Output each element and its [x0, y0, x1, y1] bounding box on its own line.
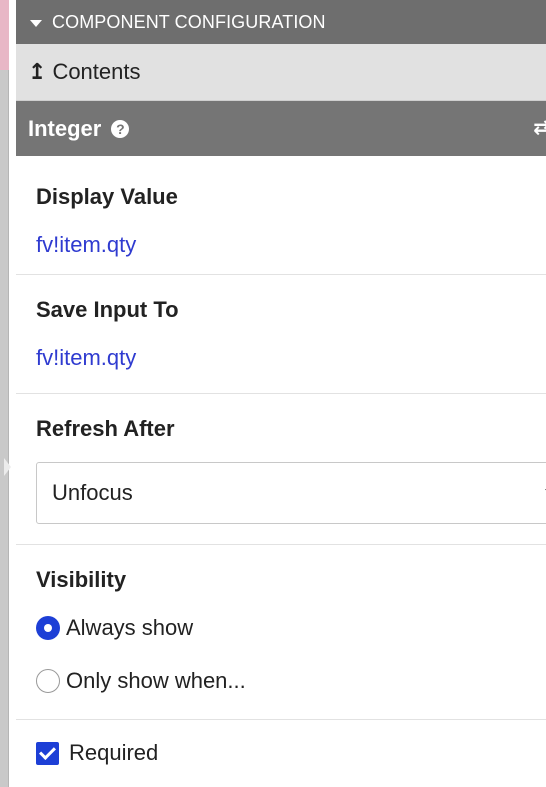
- radio-unselected-icon[interactable]: [36, 669, 60, 693]
- required-label: Required: [69, 740, 159, 765]
- visibility-label: Visibility: [36, 567, 127, 592]
- radio-only-show-when-label: Only show when...: [66, 668, 246, 693]
- checkbox-checked-icon[interactable]: [36, 741, 59, 765]
- rail-accent: [0, 0, 9, 70]
- display-value-link[interactable]: fv!item.qty: [36, 232, 136, 258]
- component-type-label: Integer: [28, 115, 102, 141]
- collapse-handle[interactable]: [4, 458, 11, 476]
- breadcrumb-label: Contents: [52, 59, 141, 84]
- save-input-section: Save Input To fv!item.qty: [16, 275, 546, 394]
- caret-down-icon: [30, 19, 42, 27]
- radio-always-show[interactable]: Always show: [36, 615, 193, 641]
- left-rail: [0, 0, 11, 787]
- required-checkbox-row[interactable]: Required: [36, 740, 158, 766]
- radio-only-show-when[interactable]: Only show when...: [36, 668, 246, 694]
- header-title: COMPONENT CONFIGURATION: [52, 11, 326, 32]
- refresh-after-label: Refresh After: [36, 416, 175, 441]
- configuration-panel: COMPONENT CONFIGURATION ↥ Contents Integ…: [16, 0, 546, 787]
- display-value-section: Display Value fv!item.qty: [16, 156, 546, 275]
- save-input-label: Save Input To: [36, 297, 179, 322]
- refresh-after-selected: Unfocus: [52, 480, 133, 505]
- refresh-after-dropdown[interactable]: Unfocus: [36, 462, 546, 524]
- component-configuration-header[interactable]: COMPONENT CONFIGURATION: [16, 0, 546, 44]
- radio-always-show-label: Always show: [66, 615, 194, 640]
- visibility-section: Visibility Always show Only show when...: [16, 545, 546, 720]
- display-value-label: Display Value: [36, 184, 178, 209]
- radio-selected-icon[interactable]: [36, 616, 60, 640]
- save-input-link[interactable]: fv!item.qty: [36, 345, 136, 371]
- required-section: Required: [16, 720, 546, 786]
- breadcrumb[interactable]: ↥ Contents: [16, 44, 546, 101]
- question-circle-icon[interactable]: ?: [111, 119, 130, 138]
- arrow-up-icon: ↥: [28, 59, 47, 84]
- edge-icon[interactable]: ⇄: [533, 115, 546, 140]
- refresh-after-section: Refresh After Unfocus: [16, 394, 546, 545]
- component-type-bar: Integer ? ⇄: [16, 101, 546, 156]
